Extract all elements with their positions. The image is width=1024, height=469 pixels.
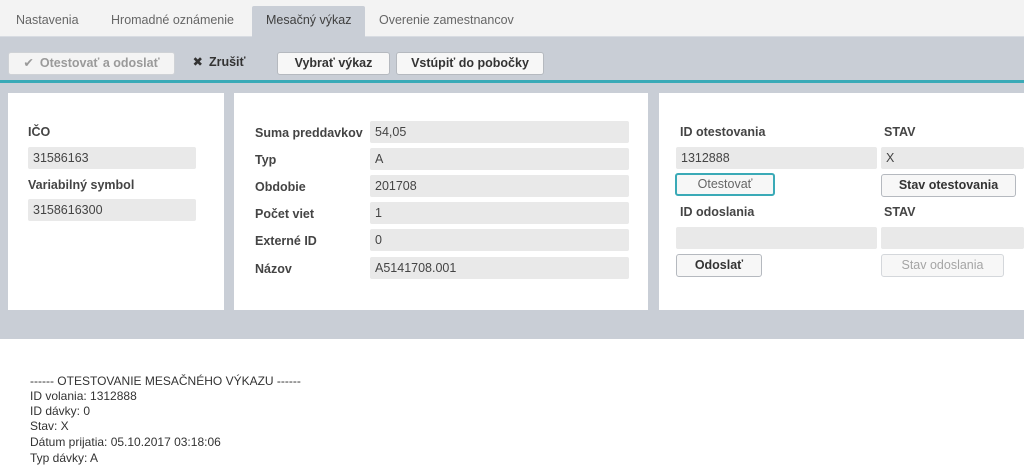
cancel-button[interactable]: ✖ Zrušiť: [186, 52, 252, 75]
record-count-label: Počet viet: [255, 207, 315, 221]
period-label: Obdobie: [255, 180, 306, 194]
attest-and-send-label: Otestovať a odoslať: [39, 56, 160, 70]
attest-and-send-button[interactable]: ✔ Otestovať a odoslať: [8, 52, 175, 75]
sum-advances-label: Suma preddavkov: [255, 126, 363, 140]
test-state-field[interactable]: X: [881, 147, 1024, 169]
name-label: Názov: [255, 262, 292, 276]
variable-symbol-label: Variabilný symbol: [28, 178, 135, 192]
tab-nastavenia[interactable]: Nastavenia: [8, 6, 87, 37]
status-panel: ID otestovania STAV 1312888 X Otestovať …: [659, 93, 1024, 310]
send-state-field[interactable]: [881, 227, 1024, 249]
log-line: Stav: X: [30, 419, 69, 433]
send-state-label: STAV: [884, 205, 916, 219]
send-button[interactable]: Odoslať: [676, 254, 762, 277]
tab-hromadne-oznamenie[interactable]: Hromadné oznámenie: [103, 6, 242, 37]
enter-branch-button[interactable]: Vstúpiť do pobočky: [396, 52, 544, 75]
send-id-label: ID odoslania: [680, 205, 755, 219]
report-panel: Suma preddavkov 54,05 Typ A Obdobie 2017…: [234, 93, 648, 310]
toolbar: ✔ Otestovať a odoslať ✖ Zrušiť Vybrať výka…: [0, 37, 1024, 81]
tab-mesacny-vykaz[interactable]: Mesačný výkaz: [252, 6, 366, 37]
record-count-field[interactable]: 1: [370, 202, 629, 224]
log-line: Dátum prijatia: 05.10.2017 03:18:06: [30, 435, 221, 449]
log-line: ------ OTESTOVANIE MESAČNÉHO VÝKAZU ----…: [30, 374, 301, 388]
log-panel: ------ OTESTOVANIE MESAČNÉHO VÝKAZU ----…: [0, 339, 1024, 469]
test-state-button[interactable]: Stav otestovania: [881, 174, 1016, 197]
sum-advances-field[interactable]: 54,05: [370, 121, 629, 143]
name-field[interactable]: A5141708.001: [370, 257, 629, 279]
checkmark-icon: ✔: [23, 56, 34, 70]
log-line: Typ dávky: A: [30, 451, 99, 465]
variable-symbol-field[interactable]: 3158616300: [28, 199, 196, 221]
toolbar-divider: [0, 80, 1024, 83]
ico-label: IČO: [28, 125, 51, 139]
ico-field[interactable]: 31586163: [28, 147, 196, 169]
tab-bar: Nastavenia Hromadné oznámenie Mesačný vý…: [0, 0, 1024, 37]
employer-panel: IČO 31586163 Variabilný symbol 315861630…: [8, 93, 224, 310]
send-id-field[interactable]: [676, 227, 877, 249]
send-state-button[interactable]: Stav odoslania: [881, 254, 1004, 277]
test-id-field[interactable]: 1312888: [676, 147, 877, 169]
select-report-button[interactable]: Vybrať výkaz: [277, 52, 390, 75]
period-field[interactable]: 201708: [370, 175, 629, 197]
cancel-label: Zrušiť: [208, 55, 246, 69]
external-id-label: Externé ID: [255, 234, 317, 248]
test-button[interactable]: Otestovať: [675, 173, 775, 196]
test-id-label: ID otestovania: [680, 125, 766, 139]
log-line: ID dávky: 0: [30, 404, 91, 418]
type-field[interactable]: A: [370, 148, 629, 170]
tab-overenie-zamestnancov[interactable]: Overenie zamestnancov: [371, 6, 522, 37]
type-label: Typ: [255, 153, 277, 167]
external-id-field[interactable]: 0: [370, 229, 629, 251]
log-line: ID volania: 1312888: [30, 389, 137, 403]
test-state-label: STAV: [884, 125, 916, 139]
close-icon: ✖: [192, 55, 203, 69]
